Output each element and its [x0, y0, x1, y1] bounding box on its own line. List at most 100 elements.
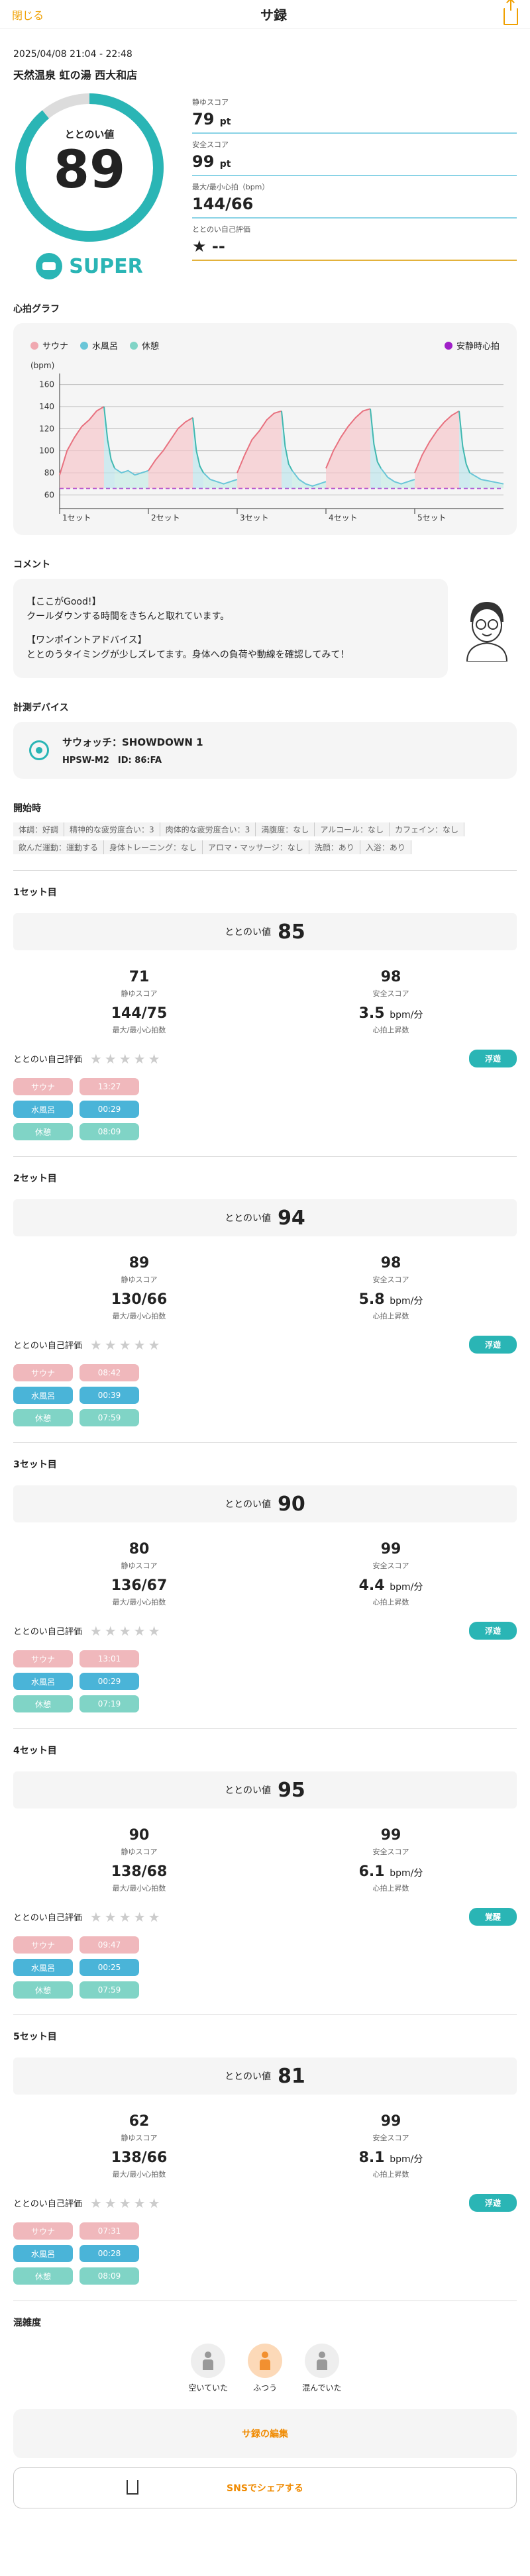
star-rating[interactable]: ★★★★★ — [90, 2195, 163, 2211]
set-hr-label: 最大/最小心拍数 — [112, 2170, 166, 2179]
device-model: HPSW-M2 ID: 86:FA — [62, 756, 162, 766]
set-safe-label: 安全スコア — [372, 1275, 409, 1284]
share-icon[interactable] — [503, 0, 518, 25]
set-rise-label: 心拍上昇数 — [372, 1026, 409, 1034]
rest-time: 08:09 — [80, 1123, 139, 1140]
set-title: 5セット目 — [13, 2032, 57, 2042]
share-icon — [127, 2480, 138, 2495]
sns-share-button[interactable]: SNSでシェアする — [13, 2467, 517, 2508]
chart-legend: サウナ 水風呂 休憩 安静時心拍 — [13, 323, 517, 352]
set-safe-value: 99 — [380, 1827, 401, 1844]
set-hr-value: 138/66 — [111, 2150, 168, 2166]
gauge-value: 89 — [53, 140, 126, 200]
series-area-0 — [415, 411, 459, 489]
crowd-option[interactable]: ふつう — [248, 2344, 283, 2393]
record-datetime: 2025/04/08 21:04 - 22:48 — [13, 49, 132, 60]
set-safe-label: 安全スコア — [372, 1848, 409, 1856]
condition-tags: 体調：好調 精神的な疲労度合い：3 肉体的な疲労度合い：3 満腹度：なし アルコール：な… — [13, 822, 517, 854]
rank-badge: SUPER — [13, 253, 166, 279]
stat-label: ととのい自己評価 — [192, 225, 250, 234]
set-state-badge: 覚醒 — [468, 1908, 517, 1926]
rest-time: 07:19 — [80, 1695, 139, 1712]
app-header: 閉じる サ録 — [0, 0, 530, 29]
set-hr-value: 130/66 — [111, 1291, 168, 1308]
x-tick-label: 2セット — [151, 513, 180, 522]
star-rating[interactable]: ★★★★★ — [90, 1623, 163, 1639]
water-time: 00:29 — [80, 1101, 139, 1118]
heart-chart-card: サウナ 水風呂 休憩 安静時心拍 (bpm) 160 140 120 100 80 60 1セ… — [13, 323, 517, 535]
set-rise-value: 6.1 bpm/分 — [358, 1863, 423, 1880]
series-area-2 — [381, 468, 415, 489]
set-score-value: 90 — [278, 1492, 305, 1516]
set-time-bars: サウナ 07:31 水風呂 00:28 休憩 08:09 — [13, 2222, 517, 2285]
advisor-avatar-icon — [466, 602, 508, 662]
legend-safe: 安静時心拍 — [444, 339, 500, 352]
y-tick-label: 100 — [39, 446, 54, 456]
edit-record-button[interactable]: サ録の編集 — [13, 2409, 517, 2458]
y-tick-label: 140 — [39, 402, 54, 411]
set-score-value: 95 — [278, 1778, 305, 1802]
set-self-eval: ととのい自己評価 ★★★★★ 浮遊 — [13, 2194, 517, 2212]
set-state-badge: 浮遊 — [468, 1336, 517, 1354]
rest-time: 07:59 — [80, 1409, 139, 1426]
x-tick-label: 1セット — [62, 513, 91, 522]
sauna-time: 07:31 — [80, 2222, 139, 2240]
set-hr-label: 最大/最小心拍数 — [112, 1884, 166, 1893]
sauna-label: サウナ — [13, 1078, 73, 1095]
set-self-eval: ととのい自己評価 ★★★★★ 浮遊 — [13, 1050, 517, 1067]
set-score-box: ととのい値 94 — [13, 1199, 517, 1236]
stat-label: 最大/最小心拍（bpm） — [192, 183, 270, 191]
series-area-0 — [237, 411, 282, 489]
rest-label: 休憩 — [13, 1409, 73, 1426]
condition-tag: カフェイン：なし — [389, 822, 464, 836]
device-card[interactable]: サウォッチ：SHOWDOWN 1 HPSW-M2 ID: 86:FA — [13, 722, 517, 779]
stats-list: 静ゆスコア 79 pt 安全スコア 99 pt 最大/最小心拍（bpm） 144… — [192, 91, 517, 279]
comment-bubble: 【ここがGood!】 クールダウンする時間をきちんと取れています。 【ワンポイン… — [13, 579, 448, 678]
set-hr-label: 最大/最小心拍数 — [112, 1598, 166, 1607]
set-section: 1セット目 ととのい値 85 71 静ゆスコア 98 安全スコア 144/75 最大/… — [13, 870, 517, 1140]
comment-section: 【ここがGood!】 クールダウンする時間をきちんと取れています。 【ワンポイン… — [13, 579, 517, 678]
star-rating[interactable]: ★★★★★ — [90, 1051, 163, 1067]
set-self-eval: ととのい自己評価 ★★★★★ 浮遊 — [13, 1622, 517, 1640]
crowd-label: 混んでいた — [302, 2383, 342, 2393]
condition-tag: 洗顔：あり — [309, 840, 360, 854]
comment-line: クールダウンする時間をきちんと取れています。 — [26, 611, 230, 622]
device-name: サウォッチ：SHOWDOWN 1 — [62, 736, 203, 748]
set-state-badge: 浮遊 — [468, 1622, 517, 1640]
set-safe-value: 98 — [380, 969, 401, 985]
gauge-label: ととのい値 — [64, 128, 115, 140]
legend-water: 水風呂 — [80, 339, 118, 352]
series-area-0 — [60, 407, 104, 489]
crowd-label: 空いていた — [188, 2383, 229, 2393]
set-title: 4セット目 — [13, 1746, 57, 1756]
set-score-value: 81 — [278, 2064, 305, 2088]
set-hr-value: 138/68 — [111, 1863, 168, 1880]
set-self-eval: ととのい自己評価 ★★★★★ 覚醒 — [13, 1908, 517, 1926]
set-stats: 62 静ゆスコア 99 安全スコア 138/66 最大/最小心拍数 8.1 bpm/分… — [13, 2113, 517, 2179]
stat-label: 安全スコア — [192, 140, 229, 149]
person-icon — [191, 2344, 226, 2378]
set-self-eval: ととのい自己評価 ★★★★★ 浮遊 — [13, 1336, 517, 1354]
crowd-option[interactable]: 混んでいた — [302, 2344, 342, 2393]
set-rise-value: 3.5 bpm/分 — [358, 1005, 423, 1022]
crowd-title: 混雑度 — [13, 2318, 41, 2328]
set-rise-value: 5.8 bpm/分 — [358, 1291, 423, 1308]
set-section: 3セット目 ととのい値 90 80 静ゆスコア 99 安全スコア 136/67 最大/… — [13, 1442, 517, 1712]
rest-time: 07:59 — [80, 1981, 139, 1999]
close-button[interactable]: 閉じる — [12, 7, 44, 23]
set-title: 1セット目 — [13, 887, 57, 898]
set-rise-label: 心拍上昇数 — [372, 1884, 409, 1893]
crowd-option[interactable]: 空いていた — [188, 2344, 228, 2393]
set-section: 5セット目 ととのい値 81 62 静ゆスコア 99 安全スコア 138/66 最大/… — [13, 2014, 517, 2285]
star-rating[interactable]: ★★★★★ — [90, 1337, 163, 1353]
stat-calm: 静ゆスコア 79 pt — [192, 91, 517, 134]
comment-line: ととのうタイミングが少しズレてます。身体への負荷や動線を確認してみて！ — [26, 650, 350, 660]
star-rating[interactable]: ★★★★★ — [90, 1909, 163, 1925]
sauna-time: 08:42 — [80, 1364, 139, 1381]
set-section: 2セット目 ととのい値 94 89 静ゆスコア 98 安全スコア 130/66 最大/… — [13, 1156, 517, 1426]
set-time-bars: サウナ 13:27 水風呂 00:29 休憩 08:09 — [13, 1078, 517, 1140]
set-time-bars: サウナ 13:01 水風呂 00:29 休憩 07:19 — [13, 1650, 517, 1712]
legend-sauna: サウナ — [30, 339, 68, 352]
water-label: 水風呂 — [13, 1673, 73, 1690]
set-score-box: ととのい値 85 — [13, 913, 517, 950]
